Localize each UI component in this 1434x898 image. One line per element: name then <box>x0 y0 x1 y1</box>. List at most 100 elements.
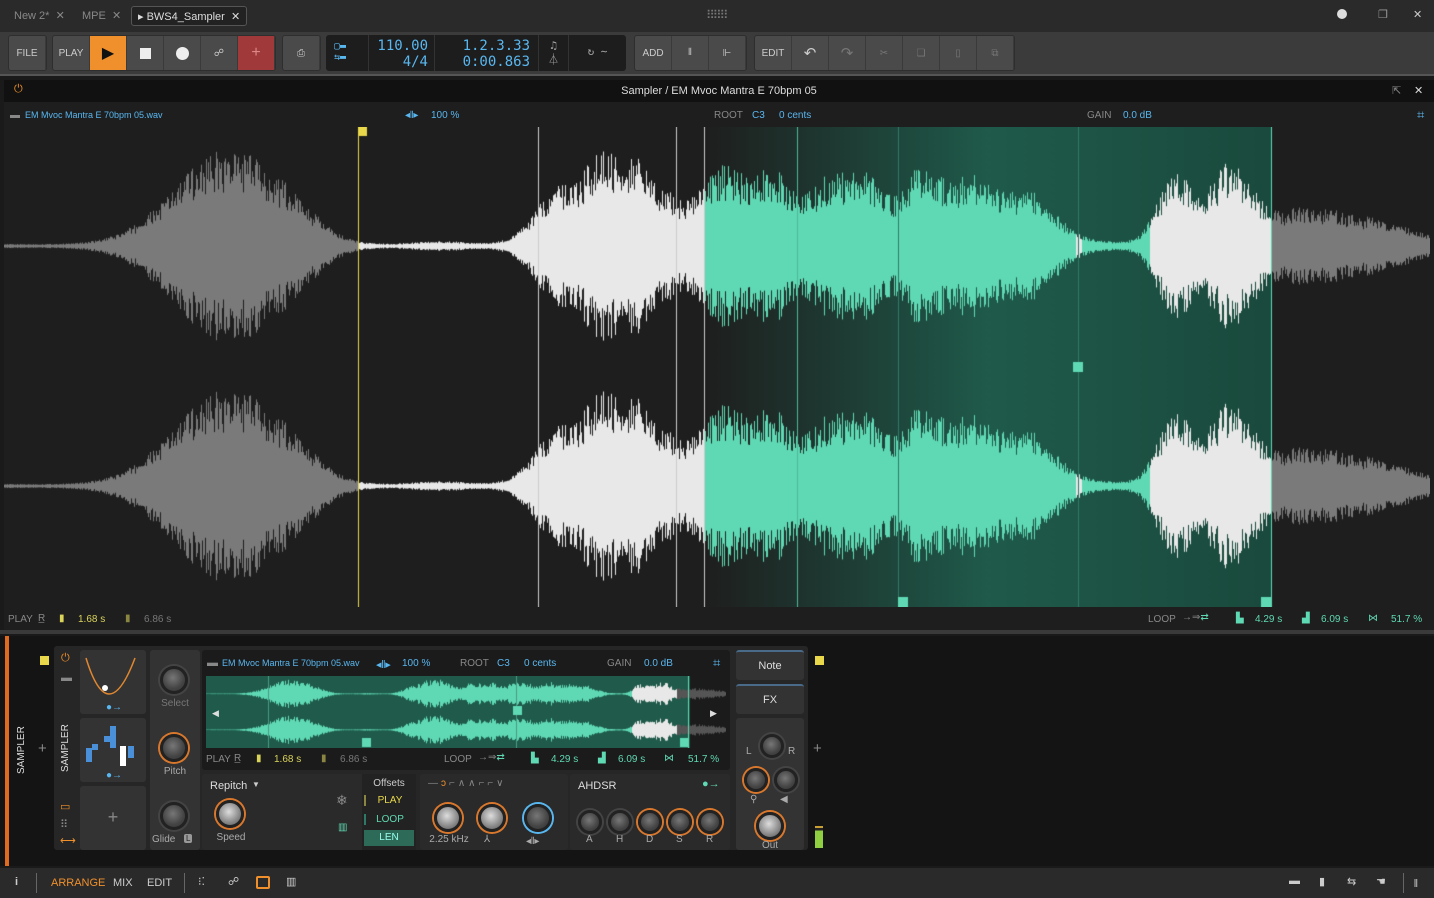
record-button[interactable] <box>164 36 201 70</box>
resonance-knob[interactable] <box>478 804 506 832</box>
note-fx-button[interactable]: Note <box>736 650 804 680</box>
tab-mpe[interactable]: MPE ✕ <box>76 6 127 26</box>
metronome-button[interactable]: ♫ ⏃ <box>538 35 568 71</box>
info-icon[interactable]: i <box>15 876 18 888</box>
start-value[interactable]: 1.68 s <box>274 754 301 765</box>
restore-window-icon[interactable]: ❐ <box>1378 8 1388 21</box>
modulation-routing-icon[interactable]: ●→ <box>702 778 720 790</box>
gain-value[interactable]: 0.0 dB <box>644 658 673 669</box>
io-routing-icon[interactable]: ⇆ <box>1347 875 1356 888</box>
cents-value[interactable]: 0 cents <box>524 658 556 669</box>
browser-folder-icon[interactable]: ▬ <box>1289 875 1300 887</box>
edit-view-button[interactable]: EDIT <box>147 877 172 889</box>
folder-icon[interactable]: ▬ <box>61 672 72 684</box>
zoom-fit-icon[interactable]: ⌗ <box>1417 107 1424 123</box>
loop-mode-icons[interactable]: →⇒⇄ <box>1182 612 1209 623</box>
add-device-icon[interactable]: + <box>38 740 47 757</box>
redo-icon[interactable]: ↷ <box>829 36 866 70</box>
mixer-icon[interactable]: ▥ <box>286 875 296 888</box>
popout-icon[interactable]: ⇱ <box>1392 84 1401 97</box>
glide-knob[interactable] <box>160 802 188 830</box>
start-value[interactable]: 1.68 s <box>78 614 105 625</box>
position-time[interactable]: 0:00.863 <box>443 54 530 70</box>
loop-end-value[interactable]: 6.09 s <box>618 754 645 765</box>
automation-write-button[interactable]: ☍ <box>201 36 238 70</box>
project-file-icon[interactable]: ▮ <box>1319 875 1325 888</box>
sample-file-name[interactable]: EM Mvoc Mantra E 70bpm 05.wav <box>222 658 360 668</box>
fx-button[interactable]: FX <box>736 684 804 714</box>
end-value[interactable]: 6.86 s <box>144 614 171 625</box>
position-bars[interactable]: 1.2.3.33 <box>443 38 530 54</box>
loop-start-value[interactable]: 4.29 s <box>1255 614 1282 625</box>
offset-play-button[interactable]: PLAY <box>364 795 414 806</box>
paste-icon[interactable]: ▯ <box>940 36 977 70</box>
tempo-field[interactable]: 110.00 <box>375 38 428 54</box>
mix-view-button[interactable]: MIX <box>113 877 133 889</box>
root-value[interactable]: C3 <box>752 110 765 121</box>
note-editor-icon[interactable]: ⁝⁚ <box>198 875 205 888</box>
velocity-knob[interactable] <box>744 768 768 792</box>
hand-icon[interactable]: ☚ <box>1376 875 1386 888</box>
chevron-down-icon[interactable]: ▼ <box>252 780 260 789</box>
pan-knob[interactable] <box>760 734 784 758</box>
speed-knob[interactable] <box>216 800 244 828</box>
waveform-display[interactable] <box>4 127 1430 607</box>
speed-value[interactable]: 100 % <box>402 658 430 669</box>
freeze-icon[interactable]: ❄ <box>336 792 348 809</box>
stop-button[interactable] <box>127 36 164 70</box>
close-icon[interactable]: ✕ <box>109 10 121 22</box>
playback-mode-dropdown[interactable]: Repitch <box>210 780 247 792</box>
volume-knob[interactable] <box>774 768 798 792</box>
close-icon[interactable]: ✕ <box>228 11 240 23</box>
automation-icon[interactable]: ☍ <box>228 875 239 888</box>
play-menu-button[interactable]: PLAY <box>53 36 90 70</box>
envelope-mode-dropdown[interactable]: AHDSR <box>578 780 617 792</box>
modulator-icon[interactable]: ⟷ <box>60 834 76 847</box>
release-knob[interactable] <box>698 810 722 834</box>
offset-loop-button[interactable]: LOOP <box>364 814 414 825</box>
panel-divider[interactable] <box>0 630 1434 634</box>
cutoff-knob[interactable] <box>434 804 462 832</box>
add-modulator-button[interactable]: + <box>80 786 146 850</box>
window-icon[interactable]: ▭ <box>60 800 70 813</box>
copy-icon[interactable]: ❏ <box>903 36 940 70</box>
arrange-view-button[interactable]: ARRANGE <box>51 877 105 889</box>
power-icon[interactable]: ⏻ <box>61 652 70 665</box>
loop-end-value[interactable]: 6.09 s <box>1321 614 1348 625</box>
tab-new-2[interactable]: New 2* ✕ <box>8 6 71 26</box>
launcher-overdub-button[interactable]: ⎙ <box>283 36 320 70</box>
close-icon[interactable]: ✕ <box>1414 84 1423 97</box>
cut-icon[interactable]: ✂ <box>866 36 903 70</box>
folder-icon[interactable]: ▬ <box>207 657 218 669</box>
sample-file-name[interactable]: EM Mvoc Mantra E 70bpm 05.wav <box>25 110 163 120</box>
keytrack-knob[interactable] <box>524 804 552 832</box>
zoom-fit-icon[interactable]: ⌗ <box>713 655 720 671</box>
loop-mode-icons[interactable]: →⇒⇄ <box>478 752 505 763</box>
audio-clip-icon[interactable]: ⊩ <box>709 36 746 70</box>
keyboard-icon[interactable]: 𝍪 <box>672 36 709 70</box>
loop-button[interactable]: ↻ ∼ <box>568 35 626 71</box>
reverse-icon[interactable]: R̲ <box>234 753 241 764</box>
select-knob[interactable] <box>160 666 188 694</box>
crossfade-value[interactable]: 51.7 % <box>688 754 719 765</box>
undo-icon[interactable]: ↶ <box>792 36 829 70</box>
play-button[interactable]: ▶ <box>90 36 127 70</box>
record-arm-button[interactable]: + <box>238 36 275 70</box>
hold-knob[interactable] <box>608 810 632 834</box>
file-button[interactable]: FILE <box>9 36 46 70</box>
cents-value[interactable]: 0 cents <box>779 110 811 121</box>
sustain-knob[interactable] <box>668 810 692 834</box>
mini-waveform[interactable] <box>206 676 726 748</box>
attack-knob[interactable] <box>578 810 602 834</box>
modulator-curve[interactable]: ●→ <box>80 650 146 714</box>
folder-icon[interactable]: ▬ <box>10 110 20 121</box>
glide-legato-badge[interactable]: L <box>184 834 193 843</box>
root-value[interactable]: C3 <box>497 658 510 669</box>
pitch-knob[interactable] <box>160 734 188 762</box>
close-window-icon[interactable]: ✕ <box>1413 8 1422 21</box>
time-signature-field[interactable]: 4/4 <box>375 54 428 70</box>
ram-icon[interactable]: ▥ <box>338 822 347 833</box>
modulator-steps[interactable]: ●→ <box>80 718 146 782</box>
decay-knob[interactable] <box>638 810 662 834</box>
add-button[interactable]: ADD <box>635 36 672 70</box>
